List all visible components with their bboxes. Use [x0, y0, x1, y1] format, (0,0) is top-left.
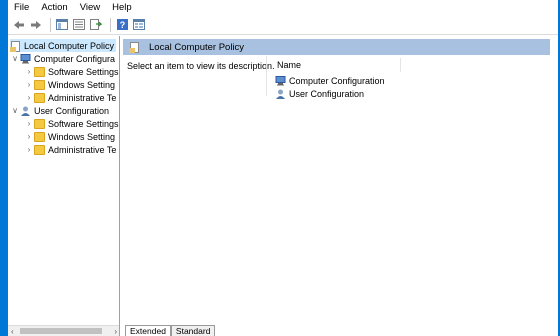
- chevron-right-icon[interactable]: ›: [24, 80, 34, 89]
- horizontal-scrollbar[interactable]: ‹ ›: [8, 325, 119, 336]
- forward-arrow-icon[interactable]: [29, 18, 43, 32]
- policy-document-icon: [10, 40, 21, 52]
- tree-item-label: User Configuration: [34, 105, 110, 116]
- chevron-right-icon[interactable]: ›: [24, 145, 34, 154]
- toolbar: ?: [8, 15, 558, 35]
- view-tabs: Extended Standard: [125, 325, 216, 336]
- tree-item-user-software-settings[interactable]: › Software Settings: [24, 117, 119, 130]
- chevron-right-icon[interactable]: ›: [24, 67, 34, 76]
- details-header: Local Computer Policy: [123, 39, 550, 55]
- list-item-user-configuration[interactable]: User Configuration: [275, 87, 364, 100]
- computer-icon: [275, 75, 286, 86]
- chevron-down-icon[interactable]: ∨: [10, 106, 20, 115]
- window-frame-left: [0, 0, 8, 336]
- tree-item-label: Administrative Te: [48, 92, 117, 103]
- tree-item-computer-configuration[interactable]: ∨ Computer Configura: [10, 52, 115, 65]
- tree-item-computer-windows-settings[interactable]: › Windows Setting: [24, 78, 115, 91]
- tab-standard[interactable]: Standard: [170, 325, 216, 336]
- folder-icon: [34, 144, 45, 155]
- computer-icon: [20, 53, 31, 64]
- folder-icon: [34, 92, 45, 103]
- tree-item-label: Software Settings: [48, 118, 119, 129]
- tree-item-label: Windows Setting: [48, 79, 116, 90]
- back-arrow-icon[interactable]: [12, 18, 26, 32]
- chevron-right-icon[interactable]: ›: [24, 119, 34, 128]
- folder-icon: [34, 118, 45, 129]
- tree-item-computer-administrative-templates[interactable]: › Administrative Te: [24, 91, 116, 104]
- tab-extended[interactable]: Extended: [125, 325, 171, 336]
- user-icon: [20, 106, 31, 116]
- list-item-label: User Configuration: [289, 88, 365, 99]
- scroll-right-icon[interactable]: ›: [114, 327, 119, 336]
- description-text: Select an item to view its description.: [127, 61, 275, 71]
- details-pane: Local Computer Policy Select an item to …: [121, 36, 550, 336]
- tree-item-label: Local Computer Policy: [24, 40, 115, 51]
- menu-file[interactable]: File: [8, 0, 35, 15]
- menu-bar: File Action View Help: [8, 0, 558, 15]
- chevron-down-icon[interactable]: ∨: [10, 54, 20, 63]
- user-icon: [275, 89, 286, 99]
- tree-item-label: Computer Configura: [34, 53, 116, 64]
- chevron-right-icon[interactable]: ›: [24, 132, 34, 141]
- menu-action[interactable]: Action: [35, 0, 73, 15]
- folder-icon: [34, 79, 45, 90]
- toolbar-separator: [50, 17, 51, 32]
- tree-item-computer-software-settings[interactable]: › Software Settings: [24, 65, 119, 78]
- toolbar-separator: [110, 17, 111, 32]
- console-icon[interactable]: [132, 18, 146, 32]
- scrollbar-thumb[interactable]: [20, 328, 102, 334]
- show-hide-tree-icon[interactable]: [55, 18, 69, 32]
- tree-item-label: Software Settings: [48, 66, 119, 77]
- tree-item-label: Windows Setting: [48, 131, 116, 142]
- tree-item-label: Administrative Te: [48, 144, 117, 155]
- list-item-computer-configuration[interactable]: Computer Configuration: [275, 74, 385, 87]
- tree-item-root[interactable]: Local Computer Policy: [10, 39, 116, 52]
- svg-text:?: ?: [119, 20, 125, 30]
- tree-item-user-windows-settings[interactable]: › Windows Setting: [24, 130, 115, 143]
- policy-document-icon: [129, 42, 140, 53]
- export-list-icon[interactable]: [89, 18, 103, 32]
- chevron-right-icon[interactable]: ›: [24, 93, 34, 102]
- tree-pane: Local Computer Policy ∨ Computer Configu…: [8, 36, 120, 336]
- details-header-title: Local Computer Policy: [149, 41, 245, 53]
- scroll-left-icon[interactable]: ‹: [8, 327, 14, 336]
- properties-icon[interactable]: [72, 18, 86, 32]
- tree-item-user-configuration[interactable]: ∨ User Configuration: [10, 104, 109, 117]
- folder-icon: [34, 66, 45, 77]
- menu-view[interactable]: View: [74, 0, 106, 15]
- list-item-label: Computer Configuration: [289, 75, 385, 86]
- column-header-name[interactable]: Name: [271, 58, 401, 72]
- folder-icon: [34, 131, 45, 142]
- help-icon[interactable]: ?: [115, 18, 129, 32]
- column-divider: [266, 56, 267, 96]
- tree-item-user-administrative-templates[interactable]: › Administrative Te: [24, 143, 116, 156]
- menu-help[interactable]: Help: [106, 0, 138, 15]
